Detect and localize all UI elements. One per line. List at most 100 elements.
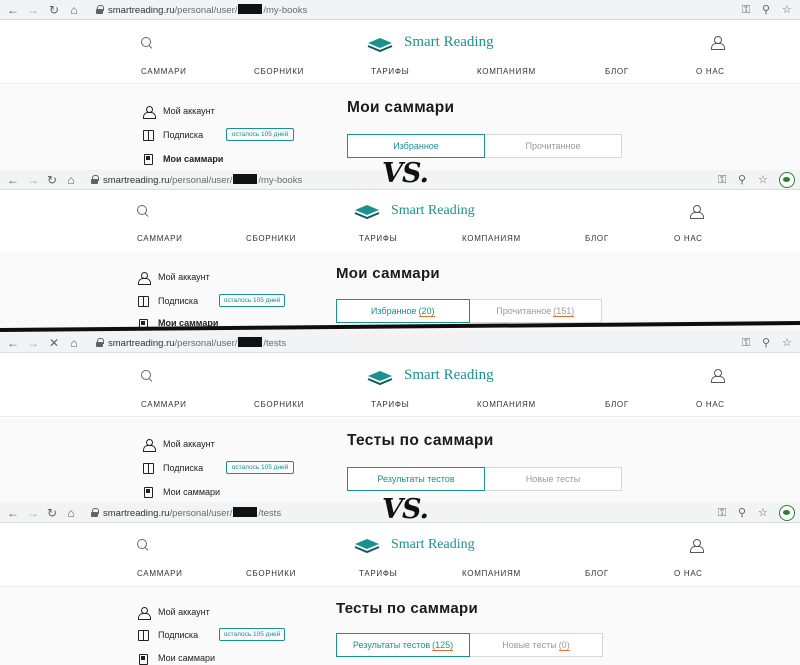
reload-icon[interactable]: ↻: [45, 173, 59, 187]
nav-companies[interactable]: КОМПАНИЯМ: [462, 234, 521, 243]
forward-icon[interactable]: →: [26, 173, 40, 187]
document-icon: [144, 154, 153, 165]
nav-blog[interactable]: БЛОГ: [585, 569, 609, 578]
back-icon[interactable]: ←: [6, 3, 20, 17]
nav-collections[interactable]: СБОРНИКИ: [254, 67, 304, 76]
tab-new-tests[interactable]: Новые тесты (0): [470, 633, 603, 657]
logo-text[interactable]: Smart Reading: [404, 367, 494, 384]
key-icon[interactable]: ⚿: [718, 173, 726, 187]
key-icon[interactable]: ⚿: [742, 336, 750, 350]
sidebar-item-account[interactable]: Мой аккаунт: [163, 106, 215, 116]
extension-icon[interactable]: [779, 172, 795, 188]
extension-icon[interactable]: [779, 505, 795, 521]
forward-icon[interactable]: →: [26, 336, 40, 350]
bookmark-star-icon[interactable]: ☆: [782, 3, 792, 17]
address-bar[interactable]: smartreading.ru/personal/user//tests: [108, 337, 286, 350]
tab-read[interactable]: Прочитанное: [485, 134, 622, 158]
sidebar-item-account[interactable]: Мой аккаунт: [158, 607, 210, 617]
sidebar-item-account[interactable]: Мой аккаунт: [158, 272, 210, 282]
back-icon[interactable]: ←: [6, 173, 20, 187]
nav-summaries[interactable]: САММАРИ: [141, 67, 187, 76]
redacted-user-id: [238, 337, 263, 347]
nav-blog[interactable]: БЛОГ: [585, 234, 609, 243]
nav-tariffs[interactable]: ТАРИФЫ: [371, 67, 409, 76]
nav-collections[interactable]: СБОРНИКИ: [246, 569, 296, 578]
nav-companies[interactable]: КОМПАНИЯМ: [477, 67, 536, 76]
home-icon[interactable]: ⌂: [64, 506, 78, 520]
nav-collections[interactable]: СБОРНИКИ: [254, 400, 304, 409]
zoom-icon[interactable]: ⚲: [762, 3, 770, 17]
sidebar-item-my-summaries[interactable]: Мои саммари: [158, 653, 215, 663]
nav-blog[interactable]: БЛОГ: [605, 67, 629, 76]
redacted-user-id: [233, 507, 258, 517]
tab-favorites[interactable]: Избранное: [347, 134, 485, 158]
nav-tariffs[interactable]: ТАРИФЫ: [359, 234, 397, 243]
reload-icon[interactable]: ↻: [45, 506, 59, 520]
bookmark-star-icon[interactable]: ☆: [758, 173, 768, 187]
user-icon[interactable]: [690, 539, 704, 553]
tab-new-tests[interactable]: Новые тесты: [485, 467, 622, 491]
sidebar-item-subscription[interactable]: Подписка: [158, 630, 198, 640]
stop-loading-icon[interactable]: ✕: [47, 336, 61, 350]
nav-summaries[interactable]: САММАРИ: [137, 234, 183, 243]
sidebar-item-subscription[interactable]: Подписка: [163, 463, 203, 473]
lock-icon: [96, 5, 104, 14]
logo-text[interactable]: Smart Reading: [391, 203, 475, 219]
nav-tariffs[interactable]: ТАРИФЫ: [371, 400, 409, 409]
back-icon[interactable]: ←: [6, 336, 20, 350]
nav-summaries[interactable]: САММАРИ: [137, 569, 183, 578]
page-title: Тесты по саммари: [347, 432, 494, 449]
search-icon[interactable]: [141, 370, 153, 382]
nav-companies[interactable]: КОМПАНИЯМ: [477, 400, 536, 409]
address-bar[interactable]: smartreading.ru/personal/user//my-books: [103, 174, 302, 187]
tab-test-results[interactable]: Результаты тестов (125): [336, 633, 470, 657]
user-icon[interactable]: [690, 205, 704, 219]
bookmark-star-icon[interactable]: ☆: [758, 506, 768, 520]
sidebar-item-my-summaries[interactable]: Мои саммари: [163, 154, 223, 164]
tab-favorites[interactable]: Избранное (20): [336, 299, 470, 323]
nav-about[interactable]: О НАС: [674, 234, 703, 243]
nav-blog[interactable]: БЛОГ: [605, 400, 629, 409]
logo-text[interactable]: Smart Reading: [391, 537, 475, 553]
nav-about[interactable]: О НАС: [696, 400, 725, 409]
document-icon: [139, 654, 148, 665]
sidebar-item-account[interactable]: Мой аккаунт: [163, 439, 215, 449]
nav-about[interactable]: О НАС: [696, 67, 725, 76]
search-icon[interactable]: [137, 539, 149, 551]
nav-summaries[interactable]: САММАРИ: [141, 400, 187, 409]
reload-icon[interactable]: ↻: [47, 3, 61, 17]
redacted-user-id: [233, 174, 258, 184]
favorites-count: (20): [418, 305, 435, 317]
zoom-icon[interactable]: ⚲: [738, 173, 746, 187]
home-icon[interactable]: ⌂: [64, 173, 78, 187]
back-icon[interactable]: ←: [6, 506, 20, 520]
key-icon[interactable]: ⚿: [718, 506, 726, 520]
home-icon[interactable]: ⌂: [67, 3, 81, 17]
nav-collections[interactable]: СБОРНИКИ: [246, 234, 296, 243]
search-icon[interactable]: [141, 37, 153, 49]
nav-companies[interactable]: КОМПАНИЯМ: [462, 569, 521, 578]
bookmark-star-icon[interactable]: ☆: [782, 336, 792, 350]
address-bar[interactable]: smartreading.ru/personal/user//tests: [103, 507, 281, 520]
user-icon: [138, 607, 151, 620]
nav-about[interactable]: О НАС: [674, 569, 703, 578]
page-title: Мои саммари: [347, 99, 455, 116]
zoom-icon[interactable]: ⚲: [762, 336, 770, 350]
sidebar-item-subscription[interactable]: Подписка: [163, 130, 203, 140]
tab-test-results[interactable]: Результаты тестов: [347, 467, 485, 491]
zoom-icon[interactable]: ⚲: [738, 506, 746, 520]
logo-text[interactable]: Smart Reading: [404, 34, 494, 51]
address-bar[interactable]: smartreading.ru/personal/user//my-books: [108, 4, 307, 17]
sidebar-item-subscription[interactable]: Подписка: [158, 296, 198, 306]
forward-icon[interactable]: →: [26, 506, 40, 520]
tab-read[interactable]: Прочитанное (151): [469, 299, 602, 323]
sidebar-item-my-summaries[interactable]: Мои саммари: [163, 487, 220, 497]
forward-icon[interactable]: →: [26, 3, 40, 17]
user-icon: [143, 106, 156, 119]
user-icon[interactable]: [711, 36, 725, 50]
user-icon[interactable]: [711, 369, 725, 383]
key-icon[interactable]: ⚿: [742, 3, 750, 17]
home-icon[interactable]: ⌂: [67, 336, 81, 350]
nav-tariffs[interactable]: ТАРИФЫ: [359, 569, 397, 578]
search-icon[interactable]: [137, 205, 149, 217]
